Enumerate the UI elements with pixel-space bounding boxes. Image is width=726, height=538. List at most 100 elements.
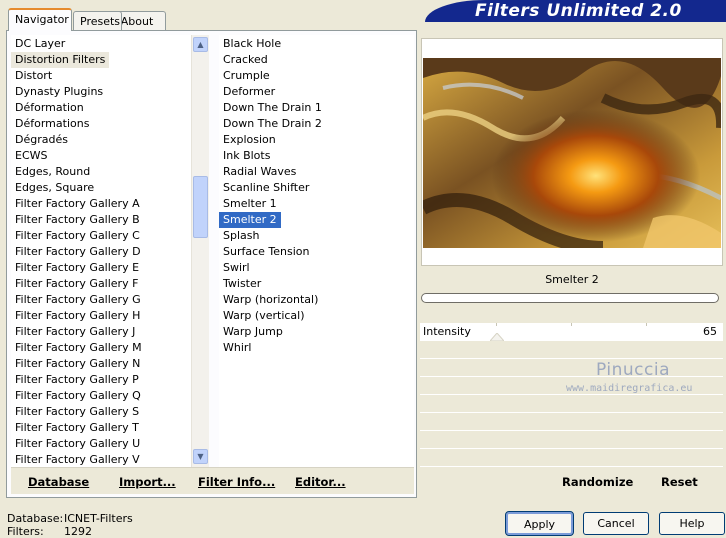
category-item[interactable]: ECWS: [11, 148, 192, 164]
app-title: Filters Unlimited 2.0: [475, 1, 682, 21]
status-database-label: Database:: [7, 512, 64, 525]
category-item[interactable]: Distort: [11, 68, 192, 84]
category-label: Filter Factory Gallery H: [15, 309, 141, 322]
category-label: Filter Factory Gallery F: [15, 277, 139, 290]
scroll-thumb[interactable]: [193, 176, 208, 238]
tab-navigator[interactable]: Navigator: [8, 8, 72, 31]
status-database: Database: ICNET-Filters: [7, 512, 133, 525]
category-item[interactable]: Edges, Square: [11, 180, 192, 196]
import-button[interactable]: Import...: [119, 475, 176, 489]
filter-item[interactable]: Scanline Shifter: [219, 180, 414, 196]
category-scrollbar[interactable]: ▲ ▼: [191, 35, 209, 467]
empty-slider-5: [420, 395, 723, 413]
filter-label: Black Hole: [223, 37, 282, 50]
category-item[interactable]: Distortion Filters: [11, 52, 192, 68]
category-item[interactable]: Dynasty Plugins: [11, 84, 192, 100]
filter-info-button[interactable]: Filter Info...: [198, 475, 275, 489]
randomize-button[interactable]: Randomize: [562, 475, 633, 489]
help-button[interactable]: Help: [659, 512, 725, 535]
category-item[interactable]: Filter Factory Gallery F: [11, 276, 192, 292]
category-item[interactable]: DC Layer: [11, 36, 192, 52]
filter-item[interactable]: Warp (horizontal): [219, 292, 414, 308]
filter-label: Warp Jump: [223, 325, 283, 338]
filter-label: Crumple: [223, 69, 270, 82]
database-button[interactable]: Database: [28, 475, 89, 489]
filter-item[interactable]: Ink Blots: [219, 148, 414, 164]
slider-tick: [646, 323, 647, 326]
category-label: Edges, Round: [15, 165, 91, 178]
intensity-slider[interactable]: Intensity 65: [420, 323, 723, 341]
tab-presets-label: Presets: [80, 15, 121, 28]
scroll-down-icon[interactable]: ▼: [193, 449, 208, 464]
category-item[interactable]: Filter Factory Gallery T: [11, 420, 192, 436]
filter-item[interactable]: Down The Drain 1: [219, 100, 414, 116]
filter-label: Down The Drain 1: [223, 101, 322, 114]
category-item[interactable]: Filter Factory Gallery H: [11, 308, 192, 324]
cancel-button[interactable]: Cancel: [583, 512, 649, 535]
slider-tick: [496, 323, 497, 326]
empty-slider-8: [420, 449, 723, 467]
category-list[interactable]: DC Layer Distortion Filters Distort Dynasty…: [11, 35, 192, 467]
filter-item[interactable]: Warp Jump: [219, 324, 414, 340]
category-item[interactable]: Filter Factory Gallery C: [11, 228, 192, 244]
category-item[interactable]: Filter Factory Gallery G: [11, 292, 192, 308]
editor-button[interactable]: Editor...: [295, 475, 346, 489]
tab-presets[interactable]: Presets: [73, 11, 122, 30]
category-item[interactable]: Filter Factory Gallery U: [11, 436, 192, 452]
filter-item[interactable]: Deformer: [219, 84, 414, 100]
filter-label: Down The Drain 2: [223, 117, 322, 130]
empty-slider-6: [420, 413, 723, 431]
filter-list[interactable]: Black Hole Cracked Crumple Deformer Down The…: [219, 35, 414, 467]
filter-item[interactable]: Whirl: [219, 340, 414, 356]
category-item[interactable]: Filter Factory Gallery P: [11, 372, 192, 388]
category-item[interactable]: Filter Factory Gallery E: [11, 260, 192, 276]
filter-item[interactable]: Smelter 2: [219, 212, 414, 228]
category-label: Distortion Filters: [11, 52, 110, 68]
filter-item[interactable]: Warp (vertical): [219, 308, 414, 324]
empty-slider-3: [420, 359, 723, 377]
filter-item[interactable]: Explosion: [219, 132, 414, 148]
filter-label: Twister: [223, 277, 262, 290]
category-item[interactable]: Déformations: [11, 116, 192, 132]
parameter-sliders[interactable]: Intensity 65: [420, 323, 723, 467]
filter-item[interactable]: Black Hole: [219, 36, 414, 52]
category-item[interactable]: Filter Factory Gallery V: [11, 452, 192, 467]
intensity-value: 65: [703, 325, 717, 338]
filter-item[interactable]: Radial Waves: [219, 164, 414, 180]
category-label: Filter Factory Gallery M: [15, 341, 142, 354]
category-item[interactable]: Filter Factory Gallery S: [11, 404, 192, 420]
category-item[interactable]: Déformation: [11, 100, 192, 116]
category-item[interactable]: Filter Factory Gallery D: [11, 244, 192, 260]
category-item[interactable]: Filter Factory Gallery B: [11, 212, 192, 228]
filter-item[interactable]: Swirl: [219, 260, 414, 276]
slider-thumb-icon[interactable]: [490, 333, 504, 341]
category-item[interactable]: Filter Factory Gallery J: [11, 324, 192, 340]
category-label: Déformation: [15, 101, 84, 114]
filter-item[interactable]: Smelter 1: [219, 196, 414, 212]
filter-item[interactable]: Surface Tension: [219, 244, 414, 260]
filter-item[interactable]: Crumple: [219, 68, 414, 84]
apply-button[interactable]: Apply: [505, 511, 574, 536]
category-label: Filter Factory Gallery G: [15, 293, 141, 306]
status-filters-label: Filters:: [7, 525, 44, 538]
category-item[interactable]: Filter Factory Gallery N: [11, 356, 192, 372]
category-item[interactable]: Filter Factory Gallery Q: [11, 388, 192, 404]
empty-slider-2: [420, 341, 723, 359]
status-database-value: ICNET-Filters: [64, 512, 133, 525]
category-item[interactable]: Dégradés: [11, 132, 192, 148]
category-item[interactable]: Filter Factory Gallery A: [11, 196, 192, 212]
category-item[interactable]: Filter Factory Gallery M: [11, 340, 192, 356]
category-label: Filter Factory Gallery D: [15, 245, 141, 258]
watermark-name: Pinuccia: [596, 360, 670, 380]
status-filters: Filters: 1292: [7, 525, 92, 538]
category-label: Filter Factory Gallery U: [15, 437, 141, 450]
filter-item[interactable]: Down The Drain 2: [219, 116, 414, 132]
reset-button[interactable]: Reset: [661, 475, 698, 489]
filter-label: Surface Tension: [223, 245, 310, 258]
scroll-up-icon[interactable]: ▲: [193, 37, 208, 52]
category-item[interactable]: Edges, Round: [11, 164, 192, 180]
filter-item[interactable]: Splash: [219, 228, 414, 244]
filter-label: Deformer: [223, 85, 276, 98]
filter-item[interactable]: Cracked: [219, 52, 414, 68]
filter-item[interactable]: Twister: [219, 276, 414, 292]
